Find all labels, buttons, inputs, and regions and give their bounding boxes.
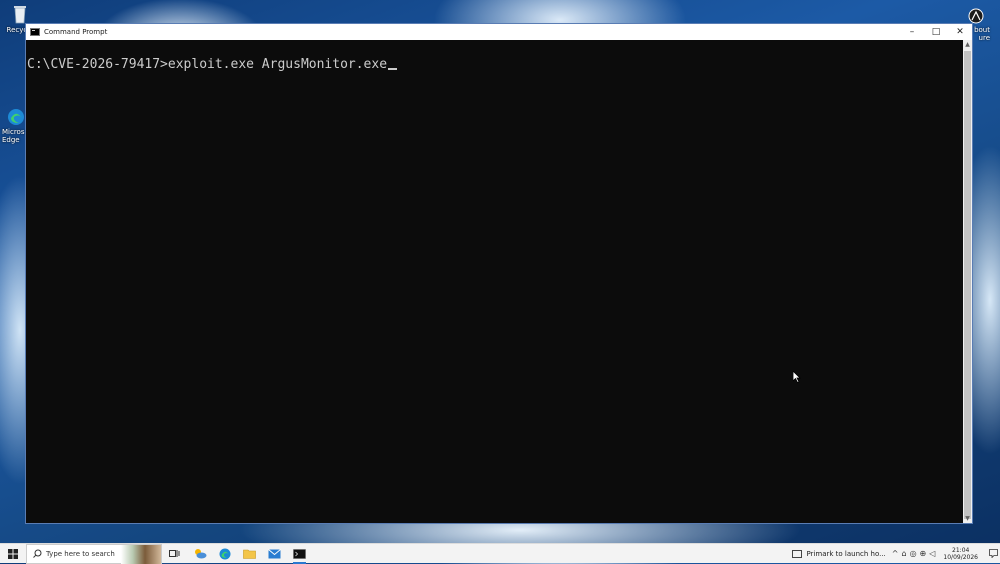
weather-icon xyxy=(194,549,206,559)
text-cursor xyxy=(388,68,398,70)
window-controls: – □ ✕ xyxy=(900,24,972,40)
close-button[interactable]: ✕ xyxy=(948,24,972,40)
notification-icon xyxy=(988,549,998,558)
mouse-pointer-icon xyxy=(793,371,801,383)
mail-button[interactable] xyxy=(262,544,287,564)
news-notification-text: Primark to launch ho... xyxy=(806,549,886,558)
window-title: Command Prompt xyxy=(44,28,108,36)
title-bar[interactable]: Command Prompt – □ ✕ xyxy=(26,24,972,40)
command-prompt-window[interactable]: Command Prompt – □ ✕ C:\CVE-2026-79417>e… xyxy=(25,23,973,524)
minimize-button[interactable]: – xyxy=(900,24,924,40)
clock[interactable]: 21:04 10/09/2026 xyxy=(943,547,978,561)
windows-logo-icon xyxy=(8,548,18,559)
show-hidden-icons-icon[interactable]: ^ xyxy=(892,549,899,558)
news-icon xyxy=(792,549,803,558)
task-view-icon xyxy=(169,550,180,557)
language-icon[interactable]: ⊕ xyxy=(920,549,927,558)
clock-date: 10/09/2026 xyxy=(943,553,978,561)
file-explorer-icon xyxy=(243,549,256,559)
search-placeholder: Type here to search xyxy=(46,549,115,558)
maximize-button[interactable]: □ xyxy=(924,24,948,40)
scroll-down-icon[interactable]: ▼ xyxy=(963,514,972,523)
vertical-scrollbar[interactable]: ▲ ▼ xyxy=(963,40,972,523)
search-highlight-image xyxy=(121,544,161,564)
news-notification[interactable]: Primark to launch ho... xyxy=(792,549,886,558)
mail-icon xyxy=(268,548,281,558)
start-button[interactable] xyxy=(0,544,26,564)
network-icon[interactable]: ⌂ xyxy=(901,549,906,558)
person-circle-icon xyxy=(968,8,984,24)
search-icon xyxy=(33,549,42,558)
file-explorer-button[interactable] xyxy=(237,544,262,564)
notification-center-button[interactable] xyxy=(986,549,1000,558)
prompt-path: C:\CVE-2026-79417> xyxy=(27,57,168,72)
taskbar-search-box[interactable]: Type here to search xyxy=(26,543,162,564)
scroll-up-icon[interactable]: ▲ xyxy=(963,40,972,49)
prompt-line: C:\CVE-2026-79417>exploit.exe ArgusMonit… xyxy=(27,57,398,72)
recycle-bin-icon xyxy=(14,6,26,24)
edge-icon xyxy=(219,548,230,559)
scrollbar-thumb[interactable] xyxy=(964,51,971,519)
taskbar: Type here to search Primark to launch ho… xyxy=(0,543,1000,564)
typed-command: exploit.exe ArgusMonitor.exe xyxy=(167,57,388,72)
system-tray: ^ ⌂ ◎ ⊕ ◁ xyxy=(892,549,936,558)
volume-icon[interactable]: ◁ xyxy=(929,549,935,558)
task-view-button[interactable] xyxy=(162,544,187,564)
edge-taskbar-button[interactable] xyxy=(212,544,237,564)
edge-icon xyxy=(8,109,24,125)
command-prompt-taskbar-button[interactable] xyxy=(287,544,312,564)
weather-button[interactable] xyxy=(187,544,212,564)
command-prompt-icon xyxy=(30,28,40,36)
console-area[interactable]: C:\CVE-2026-79417>exploit.exe ArgusMonit… xyxy=(26,40,963,523)
clock-time: 21:04 xyxy=(952,546,970,554)
command-prompt-icon xyxy=(293,548,306,559)
speaker-icon[interactable]: ◎ xyxy=(910,549,917,558)
